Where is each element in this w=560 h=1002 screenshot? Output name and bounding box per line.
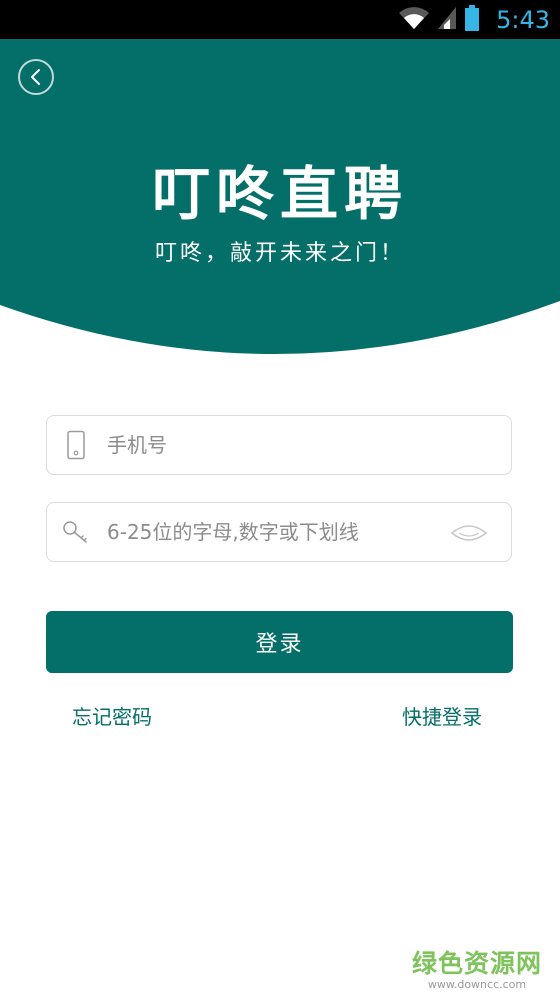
chevron-left-icon [31,69,40,85]
back-button[interactable] [18,59,54,95]
watermark-title: 绿色资源网 [411,949,542,978]
app-title: 叮咚直聘 [151,160,408,228]
key-icon [61,517,91,547]
status-bar: 5:43 [0,0,560,39]
watermark-url: www.downcc.com [427,978,527,991]
header-banner: 叮咚直聘 叮咚，敲开未来之门！ [0,39,560,369]
status-time: 5:43 [496,5,550,34]
password-field[interactable] [46,502,512,562]
signal-icon [436,5,458,35]
app-slogan: 叮咚，敲开未来之门！ [154,241,405,266]
phone-field[interactable] [46,415,512,475]
phone-icon [61,430,91,460]
battery-icon [464,4,480,36]
status-icons: 5:43 [398,0,550,39]
forgot-password-link[interactable]: 忘记密码 [72,701,152,730]
wifi-icon [398,5,430,35]
login-button[interactable]: 登录 [46,611,513,673]
phone-input[interactable] [107,426,447,464]
eye-icon[interactable] [449,521,489,545]
watermark: 绿色资源网 www.downcc.com [412,950,542,992]
password-input[interactable] [107,513,447,551]
quick-login-link[interactable]: 快捷登录 [402,701,482,730]
